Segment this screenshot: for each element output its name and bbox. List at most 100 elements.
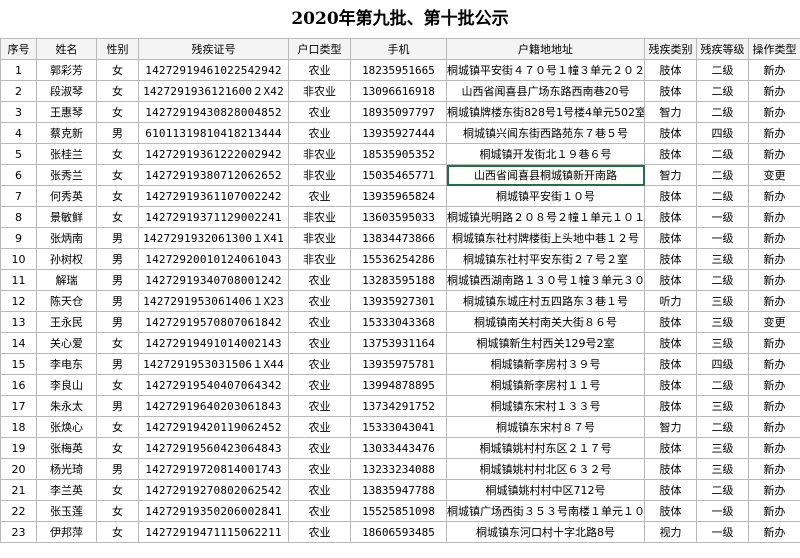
cell-name[interactable]: 张秀兰	[36, 164, 97, 186]
cell-level[interactable]: 二级	[696, 101, 749, 123]
cell-level[interactable]: 三级	[696, 311, 749, 333]
cell-address[interactable]: 桐城镇平安街４７０号１幢３单元２０２室	[446, 59, 645, 81]
table-row[interactable]: 13 王永民男 14272919570807061842 农业 15333043368 桐…	[0, 311, 800, 333]
cell-name[interactable]: 张桂兰	[36, 143, 97, 165]
cell-id[interactable]: 1427291953061406１X23	[138, 290, 289, 312]
cell-phone[interactable]: 13834473866	[350, 227, 447, 249]
cell-op[interactable]: 新办	[748, 185, 800, 207]
cell-phone[interactable]: 18535905352	[350, 143, 447, 165]
cell-name[interactable]: 孙树权	[36, 248, 97, 270]
cell-name[interactable]: 景敏鲜	[36, 206, 97, 228]
cell-category[interactable]: 肢体	[644, 332, 697, 354]
cell-name[interactable]: 张玉莲	[36, 500, 97, 522]
cell-category[interactable]: 肢体	[644, 437, 697, 459]
cell-address[interactable]: 桐城镇平安街１０号	[446, 185, 645, 207]
cell-gender[interactable]: 女	[96, 185, 139, 207]
cell-hukou[interactable]: 农业	[288, 353, 351, 375]
cell-level[interactable]: 一级	[696, 227, 749, 249]
cell-no[interactable]: 14	[0, 332, 37, 354]
cell-id[interactable]: 1427291936121600２X42	[138, 80, 289, 102]
cell-category[interactable]: 听力	[644, 290, 697, 312]
cell-hukou[interactable]: 农业	[288, 521, 351, 543]
cell-address[interactable]: 桐城镇西湖南路１３０号１幢３单元３０１室	[446, 269, 645, 291]
cell-no[interactable]: 23	[0, 521, 37, 543]
cell-address[interactable]: 桐城镇东宋村８７号	[446, 416, 645, 438]
cell-phone[interactable]: 18235951665	[350, 59, 447, 81]
cell-level[interactable]: 二级	[696, 80, 749, 102]
table-row[interactable]: 20 杨光琦男 14272919720814001743 农业 13233234088 桐…	[0, 458, 800, 480]
cell-hukou[interactable]: 农业	[288, 332, 351, 354]
table-row[interactable]: 3 王惠琴女 14272919430828004852 农业 18935097797 桐城…	[0, 101, 800, 123]
cell-gender[interactable]: 男	[96, 311, 139, 333]
cell-hukou[interactable]: 农业	[288, 395, 351, 417]
cell-op[interactable]: 新办	[748, 353, 800, 375]
cell-no[interactable]: 12	[0, 290, 37, 312]
cell-op[interactable]: 新办	[748, 458, 800, 480]
cell-address[interactable]: 桐城镇新李房村１１号	[446, 374, 645, 396]
table-row[interactable]: 21 李兰英女 14272919270802062542 农业 13835947788 桐…	[0, 479, 800, 501]
cell-name[interactable]: 蔡克新	[36, 122, 97, 144]
cell-op[interactable]: 新办	[748, 248, 800, 270]
cell-gender[interactable]: 女	[96, 437, 139, 459]
cell-hukou[interactable]: 非农业	[288, 206, 351, 228]
cell-id[interactable]: 14272919371129002241	[138, 206, 289, 228]
cell-id[interactable]: 14272919540407064342	[138, 374, 289, 396]
cell-level[interactable]: 三级	[696, 290, 749, 312]
cell-gender[interactable]: 女	[96, 521, 139, 543]
cell-id[interactable]: 14272919720814001743	[138, 458, 289, 480]
cell-gender[interactable]: 男	[96, 353, 139, 375]
cell-phone[interactable]: 13734291752	[350, 395, 447, 417]
cell-gender[interactable]: 男	[96, 122, 139, 144]
cell-hukou[interactable]: 农业	[288, 311, 351, 333]
cell-name[interactable]: 张炳南	[36, 227, 97, 249]
cell-no[interactable]: 10	[0, 248, 37, 270]
cell-category[interactable]: 智力	[644, 101, 697, 123]
table-row[interactable]: 18 张焕心女 14272919420119062452 农业 15333043041 桐…	[0, 416, 800, 438]
table-row[interactable]: 4 蔡克新男 61011319810418213444 农业 13935927444 桐城…	[0, 122, 800, 144]
cell-gender[interactable]: 男	[96, 227, 139, 249]
cell-id[interactable]: 14272919560423064843	[138, 437, 289, 459]
cell-gender[interactable]: 女	[96, 416, 139, 438]
cell-phone[interactable]: 13935965824	[350, 185, 447, 207]
cell-phone[interactable]: 18935097797	[350, 101, 447, 123]
cell-hukou[interactable]: 非农业	[288, 80, 351, 102]
cell-op[interactable]: 新办	[748, 80, 800, 102]
cell-op[interactable]: 新办	[748, 479, 800, 501]
cell-phone[interactable]: 15536254286	[350, 248, 447, 270]
cell-id[interactable]: 14272919270802062542	[138, 479, 289, 501]
cell-name[interactable]: 段淑琴	[36, 80, 97, 102]
cell-category[interactable]: 肢体	[644, 227, 697, 249]
table-row[interactable]: 10 孙树权男 14272920010124061043 非农业 15536254286…	[0, 248, 800, 270]
cell-hukou[interactable]: 农业	[288, 437, 351, 459]
cell-category[interactable]: 肢体	[644, 269, 697, 291]
table-row[interactable]: 6 张秀兰女 14272919380712062652 非农业 15035465771 山…	[0, 164, 800, 186]
cell-name[interactable]: 伊邦萍	[36, 521, 97, 543]
cell-name[interactable]: 关心爱	[36, 332, 97, 354]
cell-id[interactable]: 14272919491014002143	[138, 332, 289, 354]
cell-category[interactable]: 肢体	[644, 395, 697, 417]
cell-category[interactable]: 肢体	[644, 458, 697, 480]
cell-level[interactable]: 二级	[696, 269, 749, 291]
table-row[interactable]: 23 伊邦萍女 14272919471115062211 农业 18606593485 桐…	[0, 521, 800, 543]
cell-category[interactable]: 肢体	[644, 353, 697, 375]
cell-level[interactable]: 一级	[696, 521, 749, 543]
cell-no[interactable]: 18	[0, 416, 37, 438]
cell-phone[interactable]: 13096616918	[350, 80, 447, 102]
cell-level[interactable]: 四级	[696, 353, 749, 375]
cell-id[interactable]: 1427291953031506１X44	[138, 353, 289, 375]
cell-name[interactable]: 陈天仓	[36, 290, 97, 312]
cell-id[interactable]: 14272919340708001242	[138, 269, 289, 291]
cell-name[interactable]: 王永民	[36, 311, 97, 333]
cell-gender[interactable]: 女	[96, 164, 139, 186]
cell-hukou[interactable]: 农业	[288, 416, 351, 438]
cell-gender[interactable]: 女	[96, 80, 139, 102]
cell-id[interactable]: 14272919380712062652	[138, 164, 289, 186]
cell-id[interactable]: 14272919420119062452	[138, 416, 289, 438]
cell-gender[interactable]: 女	[96, 374, 139, 396]
cell-phone[interactable]: 13935927301	[350, 290, 447, 312]
table-row[interactable]: 2 段淑琴女 1427291936121600２X42 非农业 13096616918 山…	[0, 80, 800, 102]
cell-op[interactable]: 新办	[748, 269, 800, 291]
cell-address[interactable]: 桐城镇东社村牌楼街上头地中巷１２号	[446, 227, 645, 249]
cell-hukou[interactable]: 非农业	[288, 143, 351, 165]
cell-level[interactable]: 三级	[696, 248, 749, 270]
